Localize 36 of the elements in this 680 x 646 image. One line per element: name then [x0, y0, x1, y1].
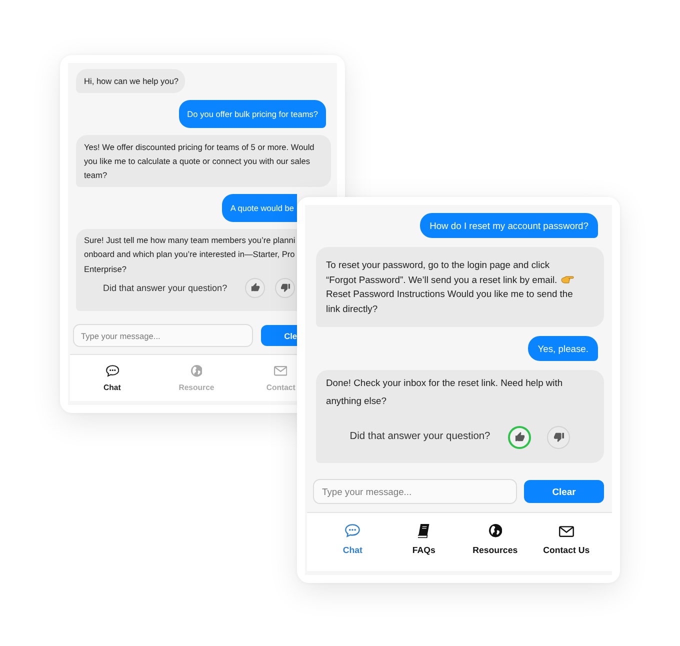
message-input[interactable]: Type your message...	[73, 324, 253, 347]
speech-bubble-icon	[345, 524, 360, 538]
message-text: To reset your password, go to the login page and click “Forgot Password”. We’ll send you a reset link by email.	[326, 259, 558, 284]
nav-tab[interactable]: Chat	[342, 513, 362, 555]
user-message: A quote would be	[222, 194, 297, 222]
envelope-icon	[558, 526, 574, 537]
speech-bubble-icon	[106, 365, 119, 377]
message-text: Reset Password Instructions Would you like me to send the link directly?	[326, 288, 573, 314]
bot-message: Hi, how can we help you?	[76, 69, 185, 93]
message-input[interactable]: Type your message...	[313, 479, 517, 504]
thumbs-up-icon	[250, 283, 260, 292]
feedback-prompt: Did that answer your question?	[350, 430, 490, 444]
globe-icon	[488, 524, 502, 538]
user-message: Do you offer bulk pricing for teams?	[179, 100, 326, 128]
nav-tab[interactable]: FAQs	[412, 513, 436, 555]
thumbs-up-button[interactable]	[508, 426, 532, 449]
envelope-icon	[274, 366, 288, 376]
clear-button[interactable]: Clear	[524, 480, 604, 503]
bot-message: Yes! We offer discounted pricing for teams of 5 or more. Would you like me to calculate a quote or connect you with our sales team?	[76, 135, 331, 187]
thumbs-up-button[interactable]	[245, 278, 266, 298]
thumbs-down-icon	[280, 283, 290, 292]
clear-button[interactable]: Cle	[261, 325, 297, 346]
nav-tab[interactable]: Contact Us	[543, 513, 590, 555]
feedback-prompt: Did that answer your question?	[103, 282, 228, 295]
user-message: How do I reset my account password?	[420, 213, 598, 238]
thumbs-down-button[interactable]	[547, 426, 570, 449]
user-message: Yes, please.	[528, 336, 598, 361]
thumbs-up-icon	[514, 432, 525, 442]
pointing-hand-icon	[561, 276, 574, 284]
nav-tab[interactable]: Resources	[472, 513, 518, 555]
globe-icon	[190, 365, 202, 377]
message-text: Done! Check your inbox for the reset link. Need help with anything else?	[326, 376, 564, 408]
book-icon	[418, 524, 430, 538]
message-text: Sure! Just tell me how many team members you’re planni onboard and which plan you’re interested in—Starter, Pro Enterprise?	[84, 234, 296, 276]
thumbs-down-button[interactable]	[275, 278, 296, 298]
thumbs-down-icon	[554, 432, 564, 442]
